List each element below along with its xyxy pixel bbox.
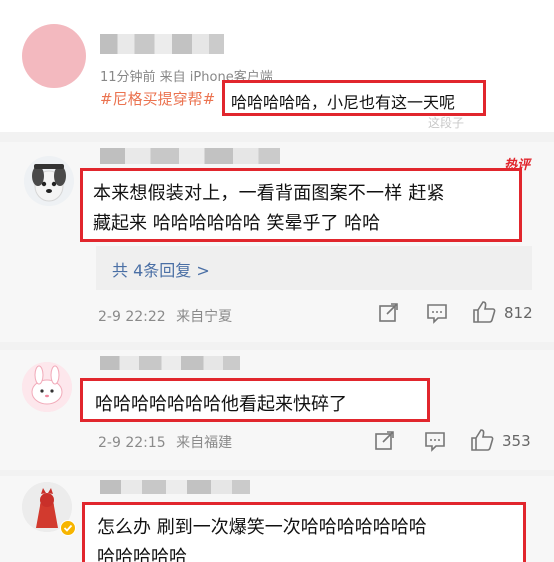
replies-link[interactable]: 共 4条回复 > <box>96 246 532 290</box>
comment-source: 来自宁夏 <box>176 309 233 325</box>
like-count: 812 <box>504 304 533 322</box>
avatar[interactable] <box>22 24 86 88</box>
like-icon[interactable] <box>472 300 496 324</box>
comment-text: 哈哈哈哈哈哈哈他看起来快碎了 <box>80 378 430 422</box>
post-text: 哈哈哈哈哈，小尼也有这一天呢 <box>222 80 486 116</box>
blurred-username <box>100 480 250 494</box>
comment-text: 本来想假装对上，一看背面图案不一样 赶紧 藏起来 哈哈哈哈哈哈 笑晕乎了 哈哈 <box>80 168 522 242</box>
comment-time: 2-9 22:15 <box>98 435 166 451</box>
share-icon[interactable] <box>378 302 400 324</box>
like-icon[interactable] <box>470 428 494 452</box>
comment-item: 怎么办 刷到一次爆笑一次哈哈哈哈哈哈哈 哈哈哈哈哈 <box>0 476 554 562</box>
comment-item: 哈哈哈哈哈哈哈他看起来快碎了 2-9 22:15 来自福建 353 <box>0 350 554 470</box>
avatar[interactable] <box>24 156 74 206</box>
avatar[interactable] <box>22 362 72 412</box>
like-count: 353 <box>502 432 531 450</box>
weibo-post: 11分钟前 来自 iPhone客户端 #尼格买提穿帮# 哈哈哈哈哈，小尼也有这一… <box>0 0 554 132</box>
comment-source: 来自福建 <box>176 435 233 451</box>
separator <box>0 342 554 350</box>
comment-item: 热评 本来想假装对上，一看背面图案不一样 赶紧 藏起来 哈哈哈哈哈哈 笑晕乎了 … <box>0 142 554 342</box>
share-icon[interactable] <box>374 430 396 452</box>
separator <box>0 132 554 142</box>
blurred-username <box>100 34 224 54</box>
faint-link[interactable]: 这段子 <box>428 114 464 131</box>
bunny-avatar-icon <box>22 362 72 412</box>
hashtag-link[interactable]: #尼格买提穿帮# <box>100 88 215 109</box>
comment-text-line: 哈哈哈哈哈哈哈他看起来快碎了 <box>95 394 347 415</box>
comment-meta: 2-9 22:15 来自福建 <box>98 432 232 452</box>
dog-avatar-icon <box>24 156 74 206</box>
verified-badge-icon <box>60 520 76 536</box>
comment-text: 怎么办 刷到一次爆笑一次哈哈哈哈哈哈哈 哈哈哈哈哈 <box>82 502 526 562</box>
comment-icon[interactable] <box>426 302 448 324</box>
comment-text-line: 哈哈哈哈哈 <box>97 547 187 562</box>
replies-label: 共 4条回复 > <box>112 261 210 280</box>
blurred-username <box>100 356 240 370</box>
comment-icon[interactable] <box>424 430 446 452</box>
post-text-content: 哈哈哈哈哈，小尼也有这一天呢 <box>231 93 456 112</box>
comment-text-line: 怎么办 刷到一次爆笑一次哈哈哈哈哈哈哈 <box>97 517 427 538</box>
comment-text-line: 本来想假装对上，一看背面图案不一样 赶紧 <box>93 183 445 204</box>
comment-text-line: 藏起来 哈哈哈哈哈哈 笑晕乎了 哈哈 <box>93 213 381 234</box>
comment-meta: 2-9 22:22 来自宁夏 <box>98 306 232 326</box>
blurred-username <box>100 148 280 164</box>
comment-time: 2-9 22:22 <box>98 309 166 325</box>
